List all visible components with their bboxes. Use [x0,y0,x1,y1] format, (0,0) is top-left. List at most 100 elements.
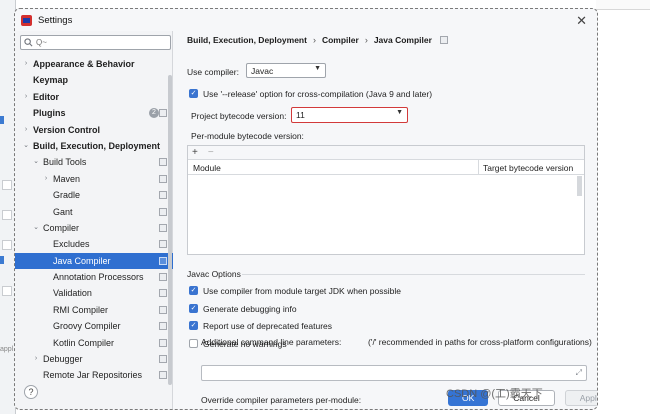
project-scope-icon [159,305,167,314]
sidebar-item-maven[interactable]: › Maven [15,171,173,187]
javac-option-label: Report use of deprecated features [203,321,332,331]
settings-sidebar: ›Appearance & BehaviorKeymap›EditorPlugi… [15,31,173,409]
sidebar-item-gradle[interactable]: Gradle [15,187,173,203]
sidebar-item-label: Version Control [33,124,101,135]
sidebar-item-build-execution-deployment[interactable]: ⌄ Build, Execution, Deployment [15,138,173,154]
javac-option-checkbox[interactable]: ✓ [189,321,198,330]
project-scope-icon [159,256,167,265]
chevron-right-icon[interactable]: › [32,351,40,367]
sidebar-item-label: Excludes [53,239,90,250]
chevron-down-icon: ▼ [396,109,403,116]
breadcrumb-separator: › [312,35,316,45]
chevron-right-icon[interactable]: › [22,89,30,105]
sidebar-item-plugins[interactable]: Plugins 2 [15,105,173,121]
add-icon[interactable]: + [192,147,198,158]
project-scope-icon [159,322,167,331]
project-scope-icon [159,273,167,282]
sidebar-item-label: Gant [53,206,73,217]
project-scope-icon [159,207,167,216]
sidebar-item-compiler[interactable]: ⌄ Compiler [15,220,173,236]
project-scope-icon [159,191,167,200]
sidebar-item-label: Java Compiler [53,255,111,266]
sidebar-item-validation[interactable]: Validation [15,285,173,301]
javac-option-label: Use compiler from module target JDK when… [203,286,401,296]
bytecode-version-select[interactable]: 11 ▼ [291,107,408,123]
column-module[interactable]: Module [193,163,221,173]
watermark: CSDN @(工)霸天下 [446,388,543,400]
sidebar-item-debugger[interactable]: › Debugger [15,351,173,367]
chevron-down-icon[interactable]: ⌄ [32,220,40,236]
sidebar-item-label: Editor [33,91,59,102]
project-scope-icon [159,371,167,380]
javac-option-label: Generate debugging info [203,303,297,314]
sidebar-item-label: Remote Jar Repositories [43,370,143,381]
bytecode-version-value: 11 [296,110,305,120]
sidebar-item-excludes[interactable]: Excludes [15,236,173,252]
bytecode-version-label: Project bytecode version: [191,111,287,121]
background-text: appl [0,346,14,353]
javac-option-checkbox[interactable]: ✓ [189,286,198,295]
background-marker [0,116,4,124]
sidebar-item-label: RMI Compiler [53,304,109,315]
help-icon[interactable]: ? [24,385,38,399]
update-count-badge: 2 [149,108,159,119]
sidebar-item-java-compiler[interactable]: Java Compiler [15,252,173,270]
chevron-right-icon[interactable]: › [22,122,30,138]
sidebar-item-label: Keymap [33,75,69,86]
override-label: Override compiler parameters per-module: [201,395,362,405]
intellij-logo-icon [21,14,32,26]
sidebar-item-annotation-processors[interactable]: Annotation Processors [15,269,173,285]
section-divider [242,274,585,275]
sidebar-item-remote-jar-repositories[interactable]: Remote Jar Repositories [15,367,173,383]
params-input[interactable]: ⤢ [201,365,587,381]
javac-option-checkbox[interactable]: ✓ [189,303,198,313]
chevron-right-icon[interactable]: › [42,171,50,187]
settings-search[interactable] [20,35,171,50]
release-option-checkbox[interactable]: ✓ [189,89,198,98]
breadcrumb-item: Build, Execution, Deployment [187,35,307,45]
sidebar-item-label: Plugins [33,108,66,119]
table-header: Module Target bytecode version [188,160,584,175]
sidebar-item-gant[interactable]: Gant [15,204,173,220]
sidebar-item-kotlin-compiler[interactable]: Kotlin Compiler [15,335,173,351]
project-scope-icon [159,338,167,347]
sidebar-item-editor[interactable]: › Editor [15,89,173,105]
chevron-down-icon[interactable]: ⌄ [32,154,40,170]
sidebar-item-groovy-compiler[interactable]: Groovy Compiler [15,318,173,334]
sidebar-item-appearance-behavior[interactable]: › Appearance & Behavior [15,56,173,72]
column-target-bytecode[interactable]: Target bytecode version [478,160,586,174]
sidebar-item-label: Kotlin Compiler [53,337,115,348]
project-scope-icon [159,158,167,167]
close-icon[interactable]: ✕ [576,13,587,29]
breadcrumb: Build, Execution, Deployment › Compiler … [187,35,448,45]
settings-dialog: Settings ✕ ›Appearance & BehaviorKeymap›… [14,8,598,410]
chevron-down-icon[interactable]: ⌄ [22,138,30,154]
dialog-titlebar: Settings [15,9,597,31]
background-marker [2,286,12,296]
background-marker [2,210,12,220]
javac-option-checkbox[interactable] [189,338,198,348]
search-input[interactable] [36,38,166,47]
apply-button[interactable]: Apply [564,390,597,406]
project-scope-icon [159,109,167,118]
sidebar-item-rmi-compiler[interactable]: RMI Compiler [15,302,173,318]
table-scrollbar[interactable] [577,176,582,196]
sidebar-item-version-control[interactable]: › Version Control [15,122,173,138]
sidebar-scrollbar[interactable] [168,75,172,385]
breadcrumb-item: Compiler [321,35,359,45]
sidebar-item-label: Gradle [53,190,81,201]
chevron-right-icon[interactable]: › [22,56,30,72]
sidebar-item-label: Validation [53,288,92,299]
sidebar-item-build-tools[interactable]: ⌄ Build Tools [15,154,173,170]
sidebar-item-keymap[interactable]: Keymap [15,72,173,88]
sidebar-item-label: Maven [53,173,81,184]
remove-icon[interactable]: − [208,147,214,158]
use-compiler-select[interactable]: Javac ▼ [246,63,326,78]
per-module-table: + − Module Target bytecode version [187,145,585,255]
background-marker [2,240,12,250]
search-icon [24,38,33,47]
sidebar-item-label: Groovy Compiler [53,321,121,332]
sidebar-item-label: Appearance & Behavior [33,58,135,69]
expand-icon[interactable]: ⤢ [576,368,582,378]
project-scope-icon [159,174,167,183]
